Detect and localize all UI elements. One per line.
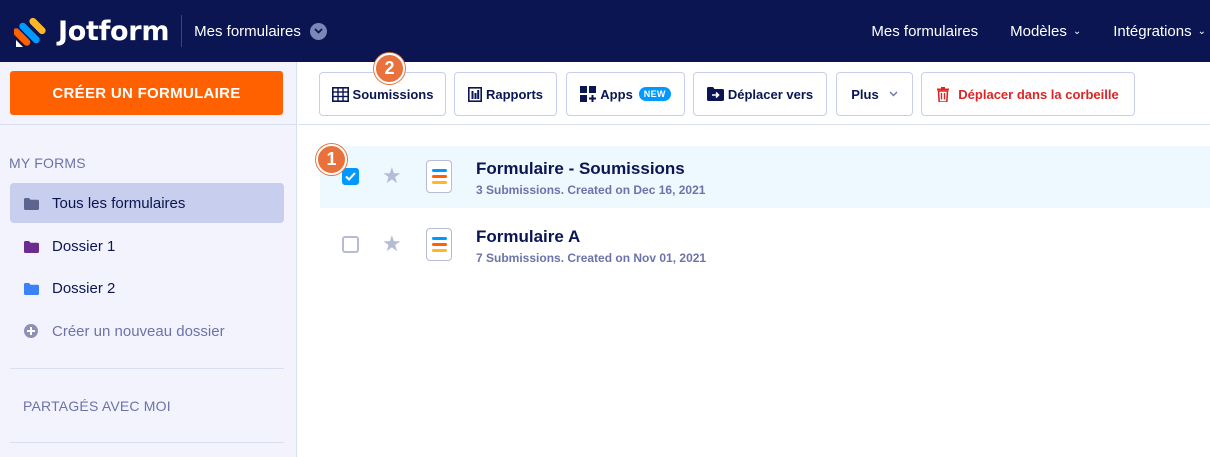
- apps-button[interactable]: Apps NEW: [566, 72, 685, 116]
- move-to-label: Déplacer vers: [727, 86, 814, 102]
- move-to-button[interactable]: Déplacer vers: [693, 72, 827, 116]
- sidebar-item-folder-1[interactable]: Dossier 1: [10, 226, 284, 266]
- step-2-badge: 2: [374, 53, 405, 84]
- nav-integrations[interactable]: Intégrations ⌄: [1113, 23, 1206, 40]
- sidebar-divider: [10, 368, 284, 369]
- form-title[interactable]: Formulaire A: [476, 227, 580, 247]
- folder-icon: [24, 197, 39, 210]
- forms-toolbar: Soumissions Rapports Apps NEW Déplacer v…: [298, 62, 1210, 125]
- apps-grid-icon: [580, 86, 597, 102]
- top-navigation-bar: Jotform Mes formulaires Mes formulaires …: [0, 0, 1210, 62]
- create-new-folder-label: Créer un nouveau dossier: [52, 322, 225, 340]
- star-icon[interactable]: ★: [382, 233, 402, 255]
- sidebar-item-folder-2[interactable]: Dossier 2: [10, 268, 284, 308]
- chevron-down-icon: ⌄: [1072, 25, 1082, 37]
- more-dropdown-button[interactable]: Plus: [836, 72, 913, 116]
- move-to-trash-label: Déplacer dans la corbeille: [958, 86, 1119, 102]
- chevron-down-icon: [309, 22, 327, 40]
- my-forms-section-title: MY FORMS: [9, 155, 86, 171]
- bar-chart-icon: [467, 86, 482, 102]
- sidebar-item-label: Dossier 2: [52, 279, 116, 297]
- jotform-logo[interactable]: Jotform: [12, 0, 170, 62]
- nav-templates-label: Modèles: [1010, 22, 1067, 40]
- sidebar-item-label: Tous les formulaires: [52, 194, 186, 212]
- form-title[interactable]: Formulaire - Soumissions: [476, 159, 685, 179]
- trash-icon: [937, 86, 950, 102]
- nav-my-forms[interactable]: Mes formulaires: [871, 23, 978, 40]
- reports-button[interactable]: Rapports: [454, 72, 557, 116]
- nav-integrations-label: Intégrations: [1113, 22, 1192, 40]
- star-icon[interactable]: ★: [382, 165, 402, 187]
- top-nav-links: Mes formulaires Modèles ⌄ Intégrations ⌄: [871, 0, 1210, 62]
- folder-icon: [24, 240, 39, 253]
- form-meta: 3 Submissions. Created on Dec 16, 2021: [476, 183, 706, 197]
- form-icon: [426, 228, 452, 261]
- form-select-checkbox[interactable]: [342, 168, 359, 185]
- sidebar-divider: [0, 124, 297, 125]
- move-to-trash-button[interactable]: Déplacer dans la corbeille: [921, 72, 1135, 116]
- sidebar: CRÉER UN FORMULAIRE MY FORMS Tous les fo…: [0, 62, 297, 457]
- topbar-divider: [181, 15, 183, 47]
- step-1-badge: 1: [316, 144, 347, 175]
- chevron-down-icon: ⌄: [1197, 25, 1206, 37]
- checkmark-icon: [345, 172, 356, 181]
- create-form-button[interactable]: CRÉER UN FORMULAIRE: [10, 71, 283, 115]
- new-badge: NEW: [638, 87, 671, 101]
- workspace-label: Mes formulaires: [194, 22, 301, 40]
- form-row-formulaire-a[interactable]: ★ Formulaire A 7 Submissions. Created on…: [320, 214, 1210, 276]
- form-icon: [426, 160, 452, 193]
- folder-move-icon: [706, 87, 724, 101]
- submissions-label: Soumissions: [352, 86, 434, 102]
- nav-templates[interactable]: Modèles ⌄: [1010, 23, 1081, 40]
- more-label: Plus: [851, 86, 879, 102]
- form-select-checkbox[interactable]: [342, 236, 359, 253]
- form-row-submissions[interactable]: ★ Formulaire - Soumissions 3 Submissions…: [320, 146, 1210, 208]
- jotform-logo-icon: [12, 14, 48, 48]
- sidebar-item-label: Dossier 1: [52, 237, 116, 255]
- reports-label: Rapports: [485, 86, 544, 102]
- apps-label: Apps: [600, 86, 633, 102]
- table-icon: [331, 86, 349, 102]
- create-new-folder-button[interactable]: Créer un nouveau dossier: [10, 311, 284, 351]
- workspace-dropdown[interactable]: Mes formulaires: [194, 22, 327, 40]
- sidebar-divider: [10, 442, 284, 443]
- folder-icon: [24, 282, 39, 295]
- plus-circle-icon: [24, 324, 38, 338]
- chevron-down-icon: [889, 91, 898, 97]
- shared-with-me-section[interactable]: PARTAGÉS AVEC MOI: [23, 398, 171, 414]
- form-meta: 7 Submissions. Created on Nov 01, 2021: [476, 251, 707, 265]
- sidebar-item-all-forms[interactable]: Tous les formulaires: [10, 183, 284, 223]
- nav-my-forms-label: Mes formulaires: [871, 22, 979, 40]
- brand-name: Jotform: [58, 15, 170, 47]
